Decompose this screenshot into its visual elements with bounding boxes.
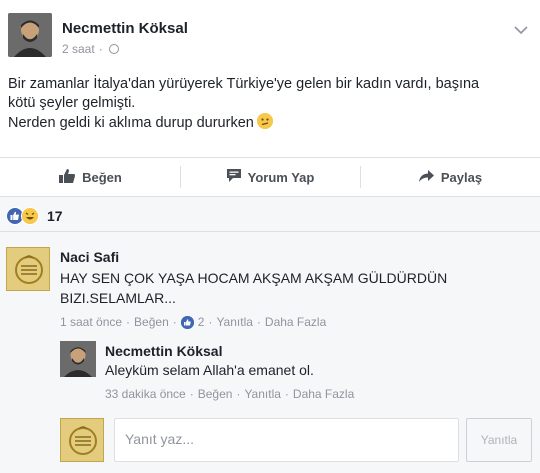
comment-like-count[interactable]: 2 — [198, 315, 205, 329]
reply-author-avatar[interactable] — [60, 341, 96, 377]
post-line-text: Nerden geldi ki aklıma durup dururken — [8, 115, 254, 131]
post-line: Nerden geldi ki aklıma durup dururken — [8, 113, 533, 133]
author-avatar[interactable] — [8, 13, 52, 57]
divider — [0, 231, 540, 232]
post-action-bar: Beğen Yorum Yap Paylaş — [0, 157, 540, 197]
meta-separator: · — [189, 387, 194, 401]
chevron-down-icon[interactable] — [514, 22, 528, 40]
comment-button[interactable]: Yorum Yap — [180, 158, 360, 196]
current-user-avatar — [60, 418, 104, 462]
comment-line: BIZI.SELAMLAR... — [60, 290, 176, 306]
globe-icon — [108, 44, 119, 54]
reply-more-link[interactable]: Daha Fazla — [293, 387, 354, 401]
post-card: Necmettin Köksal 2 saat · Bir zamanlar İ… — [0, 0, 540, 157]
meta-separator: · — [208, 315, 213, 329]
thumbs-up-icon — [58, 168, 76, 187]
post-line: Bir zamanlar İtalya'dan yürüyerek Türkiy… — [8, 76, 480, 92]
reaction-summary[interactable]: 17 — [6, 207, 63, 225]
meta-separator: · — [236, 387, 241, 401]
like-count-icon — [180, 315, 194, 329]
like-button-label: Beğen — [82, 169, 122, 185]
confused-emoji-icon — [256, 113, 273, 129]
like-button[interactable]: Beğen — [0, 158, 180, 196]
comment-reply-link[interactable]: Yanıtla — [216, 315, 252, 329]
comment-button-label: Yorum Yap — [247, 169, 315, 185]
reply-submit-button[interactable]: Yanıtla — [466, 418, 532, 462]
comment-meta: 1 saat önce · Beğen · 2 · Yanıtla · Daha… — [60, 315, 326, 329]
reply-meta: 33 dakika önce · Beğen · Yanıtla · Daha … — [105, 387, 354, 401]
post-time[interactable]: 2 saat — [62, 42, 95, 56]
reply-author-name[interactable]: Necmettin Köksal — [105, 343, 222, 359]
reply-input[interactable]: Yanıt yaz... — [114, 418, 459, 462]
meta-separator: · — [126, 315, 131, 329]
comment-more-link[interactable]: Daha Fazla — [265, 315, 326, 329]
post-body: Bir zamanlar İtalya'dan yürüyerek Türkiy… — [8, 75, 533, 133]
meta-separator: · — [172, 315, 177, 329]
reply-reply-link[interactable]: Yanıtla — [244, 387, 280, 401]
post-line: kötü şeyler gelmişti. — [8, 95, 136, 111]
comment-time[interactable]: 1 saat önce — [60, 315, 122, 329]
comment-line: HAY SEN ÇOK YAŞA HOCAM AKŞAM AKŞAM GÜLDÜ… — [60, 270, 448, 286]
comment-text: HAY SEN ÇOK YAŞA HOCAM AKŞAM AKŞAM GÜLDÜ… — [60, 268, 447, 308]
reaction-count: 17 — [47, 208, 63, 224]
meta-separator: · — [98, 42, 103, 56]
comment-like-link[interactable]: Beğen — [134, 315, 169, 329]
share-arrow-icon — [418, 169, 435, 186]
reply-text: Aleyküm selam Allah'a emanet ol. — [105, 362, 314, 378]
haha-reaction-icon — [21, 207, 39, 225]
reply-like-link[interactable]: Beğen — [198, 387, 233, 401]
post-author-name[interactable]: Necmettin Köksal — [62, 20, 188, 37]
share-button-label: Paylaş — [440, 169, 483, 185]
commenter-avatar[interactable] — [6, 247, 50, 291]
meta-separator: · — [256, 315, 261, 329]
comment-author-name[interactable]: Naci Safi — [60, 249, 119, 265]
share-button[interactable]: Paylaş — [360, 158, 540, 196]
reply-time[interactable]: 33 dakika önce — [105, 387, 186, 401]
post-meta: 2 saat · — [62, 42, 119, 56]
comment-icon — [226, 168, 242, 186]
meta-separator: · — [284, 387, 289, 401]
comments-section: 17 Naci Safi HAY SEN ÇOK YAŞA HOCAM AKŞA… — [0, 197, 540, 473]
